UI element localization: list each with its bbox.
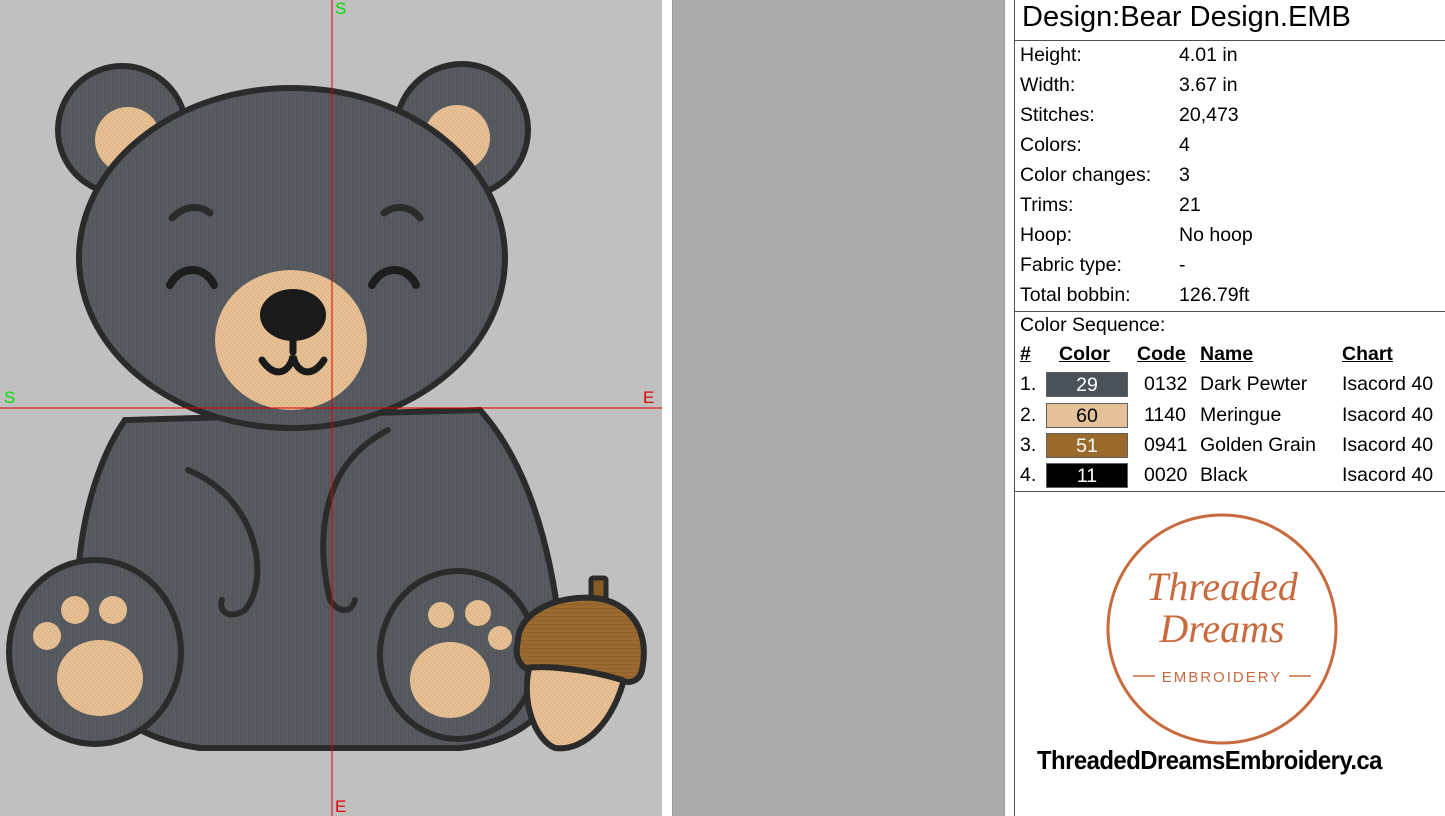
info-label: Height: [1020,44,1082,66]
color-swatch: 51 [1046,433,1128,458]
thread-chart: Isacord 40 [1342,404,1434,426]
thread-code: 1140 [1144,404,1186,426]
info-label: Trims: [1020,194,1074,216]
thread-code: 0132 [1144,373,1188,395]
bear-nose [260,289,326,341]
color-sequence-label: Color Sequence: [1020,314,1166,336]
info-label: Stitches: [1020,104,1095,126]
divider-line [1015,311,1445,312]
thread-name: Dark Pewter [1200,373,1308,395]
website-url: ThreadedDreamsEmbroidery.ca [1037,745,1382,775]
design-title: Design:Bear Design.EMB [1022,1,1351,33]
color-index: 1. [1020,373,1037,395]
thread-code: 0941 [1144,434,1188,456]
bear-left-foot [6,557,184,747]
bear-design-preview [0,0,662,816]
info-value: - [1179,254,1186,276]
info-label: Width: [1020,74,1076,96]
info-value: 3 [1179,164,1190,186]
thread-name: Meringue [1200,404,1282,426]
info-value: 3.67 in [1179,74,1238,96]
design-info-panel: Design:Bear Design.EMB Height: 4.01 in W… [1014,0,1445,816]
info-label: Hoop: [1020,224,1073,246]
info-value: 126.79ft [1179,284,1250,306]
logo-line-2: Dreams [1158,606,1284,651]
thread-chart: Isacord 40 [1342,464,1434,486]
info-value: 20,473 [1179,104,1239,126]
axis-top-start-label: S [335,0,347,18]
color-swatch: 60 [1046,403,1128,428]
column-header-name: Name [1200,343,1254,365]
thread-chart: Isacord 40 [1342,373,1434,395]
color-sequence-row: 4. 11 0020 Black Isacord 40 [1015,463,1445,493]
pane-gap [662,0,672,816]
color-sequence-row: 2. 60 1140 Meringue Isacord 40 [1015,403,1445,433]
color-swatch: 29 [1046,372,1128,397]
threaded-dreams-logo: Threaded Dreams EMBROIDERY [1106,513,1338,745]
column-header-num: # [1020,343,1031,365]
thread-code: 0020 [1144,464,1188,486]
color-sequence-row: 3. 51 0941 Golden Grain Isacord 40 [1015,433,1445,463]
divider-line [1015,491,1445,492]
info-label: Fabric type: [1020,254,1122,276]
info-value: No hoop [1179,224,1253,246]
divider-line [1015,40,1445,41]
axis-left-start-label: S [4,388,16,407]
thread-name: Golden Grain [1200,434,1316,456]
info-label: Color changes: [1020,164,1152,186]
column-header-code: Code [1137,343,1186,365]
bear-right-foot [377,568,539,742]
info-label: Colors: [1020,134,1082,156]
color-index: 4. [1020,464,1037,486]
color-sequence-row: 1. 29 0132 Dark Pewter Isacord 40 [1015,372,1445,402]
logo-line-3: EMBROIDERY [1162,669,1283,686]
info-value: 4.01 in [1179,44,1238,66]
axis-right-end-label: E [643,388,655,407]
empty-scroll-pane[interactable] [672,0,1005,816]
axis-bottom-end-label: E [335,797,347,816]
info-value: 4 [1179,134,1190,156]
column-header-color: Color [1059,343,1110,365]
info-label: Total bobbin: [1020,284,1131,306]
column-header-chart: Chart [1342,343,1393,365]
info-value: 21 [1179,194,1201,216]
color-swatch: 11 [1046,463,1128,488]
thread-name: Black [1200,464,1248,486]
thread-chart: Isacord 40 [1342,434,1434,456]
color-index: 2. [1020,404,1037,426]
design-canvas[interactable]: S S E E [0,0,662,816]
logo-line-1: Threaded [1146,564,1299,609]
color-index: 3. [1020,434,1037,456]
